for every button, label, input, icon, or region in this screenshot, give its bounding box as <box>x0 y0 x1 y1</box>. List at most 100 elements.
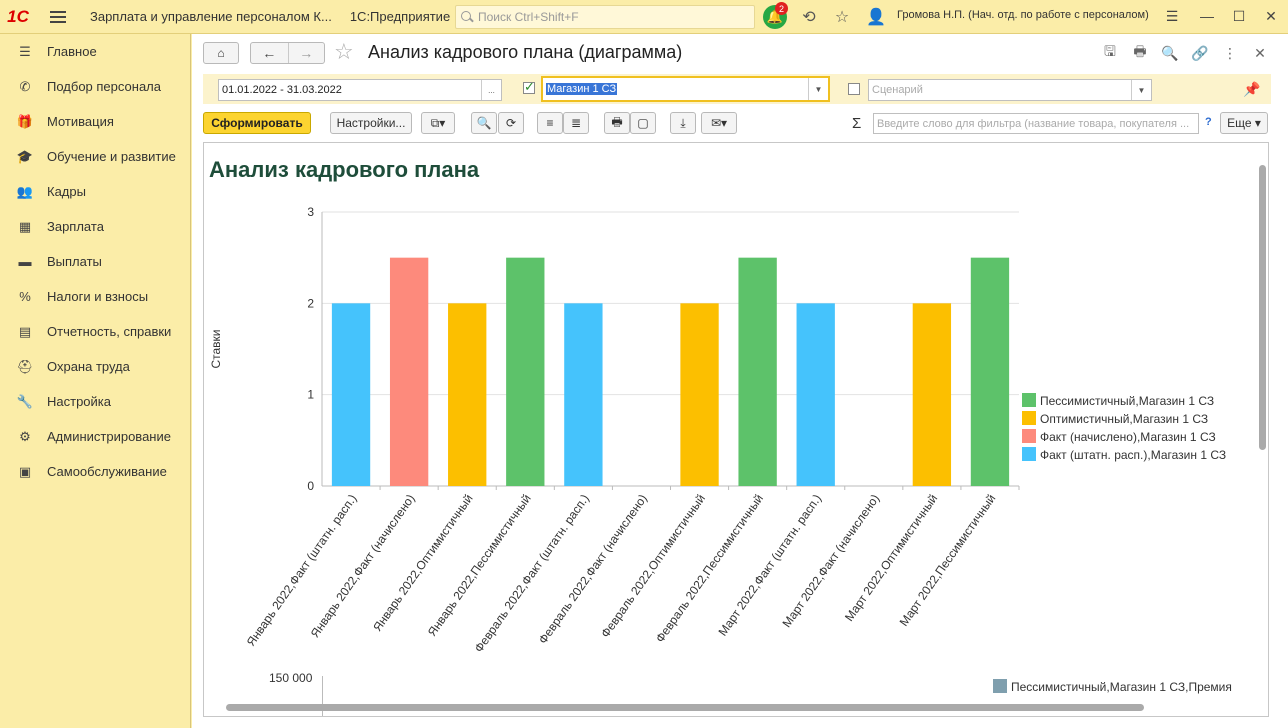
bar-chart: 0 1 2 3 Ставки Январь 2022,Факт (штатн. расп.… <box>209 205 1226 655</box>
main-menu-icon[interactable] <box>50 10 72 23</box>
preview-icon[interactable]: 🔍 <box>1160 43 1180 63</box>
global-search-input[interactable]: Поиск Ctrl+Shift+F <box>455 5 755 29</box>
second-chart-y-tick: 150 000 <box>269 671 313 685</box>
graduation-icon: 🎓 <box>16 148 34 164</box>
y-tick-label: 2 <box>307 296 314 310</box>
variant-dropdown-icon[interactable]: ⧉▾ <box>421 112 455 134</box>
print-report-icon[interactable]: 🖶 <box>604 112 630 134</box>
sidebar-item-label: Подбор персонала <box>47 79 161 94</box>
history-icon[interactable]: ⟲ <box>799 7 819 27</box>
maximize-icon[interactable]: ☐ <box>1226 6 1252 26</box>
export-icon[interactable]: ⤓ <box>670 112 696 134</box>
find-icon[interactable]: 🔍 <box>471 112 497 134</box>
legend-swatch <box>1022 447 1036 461</box>
bar <box>564 303 603 486</box>
sidebar-item-administration[interactable]: ⚙ Администрирование <box>0 419 190 454</box>
legend-swatch <box>1022 411 1036 425</box>
user-icon[interactable]: 👤 <box>866 7 886 27</box>
store-field[interactable]: Магазин 1 СЗ ▼ <box>541 76 830 102</box>
store-dropdown-icon[interactable]: ▼ <box>808 78 828 100</box>
gift-icon: 🎁 <box>16 113 34 129</box>
pin-icon[interactable]: 📌 <box>1243 81 1260 98</box>
sidebar-item-labor-safety[interactable]: ⛑ Охрана труда <box>0 349 190 384</box>
app-logo[interactable]: 1С <box>0 0 36 34</box>
bar <box>738 257 777 486</box>
sidebar-item-reports[interactable]: ▤ Отчетность, справки <box>0 314 190 349</box>
legend-swatch <box>1022 393 1036 407</box>
wrench-icon: 🔧 <box>16 393 34 409</box>
more-button-label: Еще <box>1227 116 1252 130</box>
sum-icon[interactable]: Σ <box>852 115 861 132</box>
forward-button[interactable]: → <box>287 43 325 63</box>
legend-label: Пессимистичный,Магазин 1 СЗ <box>1040 394 1214 408</box>
y-tick-label: 0 <box>307 479 314 493</box>
sidebar-item-motivation[interactable]: 🎁 Мотивация <box>0 104 190 139</box>
back-button[interactable]: ← <box>251 43 288 63</box>
y-tick-label: 1 <box>307 388 314 402</box>
sidebar-item-settings[interactable]: 🔧 Настройка <box>0 384 190 419</box>
shield-icon: ⛑ <box>16 358 34 374</box>
bar <box>389 257 429 486</box>
x-tick-label: Январь 2022,Факт (штатн. расп.) <box>244 492 360 649</box>
sidebar-item-payments[interactable]: ▬ Выплаты <box>0 244 190 279</box>
generate-button[interactable]: Сформировать <box>203 112 311 134</box>
store-value: Магазин 1 СЗ <box>546 83 618 95</box>
add-favorite-star-icon[interactable]: ☆ <box>334 39 354 65</box>
period-field[interactable]: 01.01.2022 - 31.03.2022 ... <box>218 79 502 101</box>
sidebar-item-taxes[interactable]: % Налоги и взносы <box>0 279 190 314</box>
save-icon[interactable]: 🖫 <box>1100 43 1120 63</box>
store-filter-checkbox[interactable] <box>523 79 535 95</box>
home-button[interactable]: ⌂ <box>203 42 239 64</box>
close-form-icon[interactable]: ✕ <box>1250 43 1270 63</box>
gear-icon: ⚙ <box>19 428 31 444</box>
settings-button[interactable]: Настройки... <box>330 112 412 134</box>
scenario-field[interactable]: Сценарий ▼ <box>868 79 1152 101</box>
app-title[interactable]: Зарплата и управление персоналом К... <box>90 9 332 24</box>
sidebar-item-label: Выплаты <box>47 254 102 269</box>
bar <box>970 257 1010 486</box>
user-name[interactable]: Громова Н.П. (Нач. отд. по работе с перс… <box>897 9 1149 21</box>
report-form: ⌂ ← → ☆ Анализ кадрового плана (диаграмм… <box>192 34 1288 728</box>
scenario-placeholder: Сценарий <box>872 84 923 96</box>
sidebar-item-label: Главное <box>47 44 97 59</box>
bar <box>331 303 371 486</box>
minimize-icon[interactable]: — <box>1194 6 1220 26</box>
help-icon[interactable]: ? <box>1205 116 1212 128</box>
print-preview-icon[interactable]: ▢ <box>630 112 656 134</box>
report-filter-input[interactable]: Введите слово для фильтра (название това… <box>873 113 1199 134</box>
scenario-dropdown-icon[interactable]: ▼ <box>1131 80 1151 100</box>
scenario-filter-checkbox[interactable] <box>848 83 860 95</box>
sidebar-item-salary[interactable]: ▦ Зарплата <box>0 209 190 244</box>
settings-menu-icon[interactable]: ☰ <box>1159 6 1185 26</box>
x-tick-label: Март 2022,Факт (штатн. расп.) <box>716 492 825 639</box>
refresh-icon[interactable]: ⟳ <box>498 112 524 134</box>
sidebar-item-self-service[interactable]: ▣ Самообслуживание <box>0 454 190 489</box>
period-select-button[interactable]: ... <box>481 80 501 100</box>
more-button[interactable]: Еще ▾ <box>1220 112 1268 134</box>
vertical-scrollbar[interactable] <box>1258 165 1266 685</box>
more-actions-icon[interactable]: ⋮ <box>1220 43 1240 63</box>
x-tick-label: Январь 2022,Факт (начислено) <box>308 492 418 640</box>
navigation-buttons: ← → <box>250 42 325 64</box>
sidebar-item-personnel[interactable]: 👥 Кадры <box>0 174 190 209</box>
sidebar-item-recruitment[interactable]: ✆ Подбор персонала <box>0 69 190 104</box>
period-value: 01.01.2022 - 31.03.2022 <box>222 84 342 96</box>
sidebar-item-label: Самообслуживание <box>47 464 167 479</box>
favorites-star-icon[interactable]: ☆ <box>832 7 852 27</box>
report-icon: ▤ <box>18 323 32 339</box>
horizontal-scrollbar[interactable] <box>226 703 1258 711</box>
report-document[interactable]: Анализ кадрового плана 0 1 2 3 Ставки Январь … <box>203 142 1269 717</box>
sidebar-item-training[interactable]: 🎓 Обучение и развитие <box>0 139 190 174</box>
phone-icon: ✆ <box>19 78 31 94</box>
bar <box>680 303 719 486</box>
y-axis-label: Ставки <box>209 329 223 368</box>
send-email-icon[interactable]: ✉▾ <box>701 112 737 134</box>
close-icon[interactable]: ✕ <box>1258 6 1284 26</box>
link-icon[interactable]: 🔗 <box>1190 43 1210 63</box>
group-expand-icon[interactable]: ≡ <box>537 112 563 134</box>
sidebar-item-label: Кадры <box>47 184 86 199</box>
group-collapse-icon[interactable]: ≣ <box>563 112 589 134</box>
x-tick-label: Январь 2022,Оптимистичный <box>370 492 475 634</box>
sidebar-item-main[interactable]: ☰ Главное <box>0 34 190 69</box>
print-icon[interactable]: 🖶 <box>1130 43 1150 63</box>
